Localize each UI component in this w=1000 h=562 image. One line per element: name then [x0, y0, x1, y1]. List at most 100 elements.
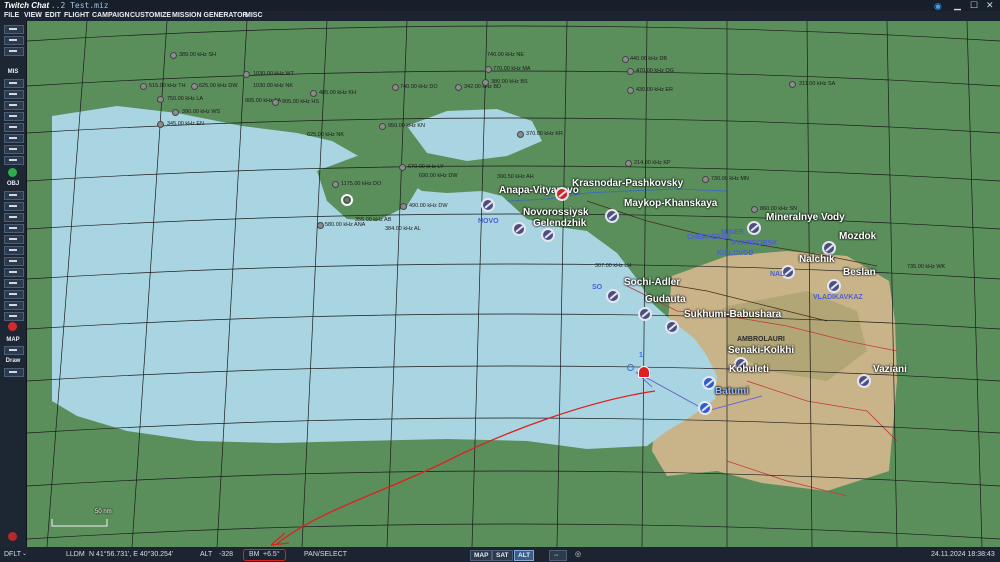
airbase-icon[interactable]: [481, 198, 495, 212]
tool-static-button[interactable]: [4, 123, 24, 132]
obj-vehicle-button[interactable]: [4, 224, 24, 233]
menu-mission-generator[interactable]: MISSION GENERATOR: [172, 11, 248, 21]
map-options-button[interactable]: [4, 346, 24, 355]
print-button[interactable]: [4, 47, 24, 56]
satellite-mode-button[interactable]: SAT: [492, 550, 513, 561]
airbase-icon[interactable]: [638, 307, 652, 321]
obj-zone-button[interactable]: [4, 268, 24, 277]
navaid-icon[interactable]: [399, 164, 406, 171]
navaid-icon[interactable]: [392, 84, 399, 91]
bullseye-icon[interactable]: [341, 194, 353, 206]
menu-flight[interactable]: FLIGHT: [64, 11, 89, 21]
menu-customize[interactable]: CUSTOMIZE: [130, 11, 171, 21]
obj-triangle-button[interactable]: [4, 312, 24, 321]
navaid-icon[interactable]: [789, 81, 796, 88]
obj-ruler-button[interactable]: [4, 290, 24, 299]
tool-briefing-button[interactable]: [4, 156, 24, 165]
open-mission-button[interactable]: [4, 25, 24, 34]
navaid-icon[interactable]: [379, 123, 386, 130]
edit-mode: PAN/SELECT: [304, 551, 348, 558]
friendly-airbase-icon[interactable]: [698, 401, 712, 415]
menu-edit[interactable]: EDIT: [45, 11, 61, 21]
draw-button[interactable]: Draw: [0, 358, 26, 364]
navaid-icon[interactable]: [140, 83, 147, 90]
obj-nav-button[interactable]: [4, 279, 24, 288]
navaid-icon[interactable]: [627, 68, 634, 75]
start-icon[interactable]: [8, 168, 17, 177]
close-button[interactable]: ✕: [986, 0, 994, 11]
navaid-icon[interactable]: [157, 96, 164, 103]
navaid-icon[interactable]: [751, 206, 758, 213]
navaid-icon[interactable]: [485, 66, 492, 73]
map-view[interactable]: 389.00 kHz SH 1030.00 kHz WT 515.00 kHz …: [27, 21, 1000, 547]
aircraft-group-icon[interactable]: [638, 366, 650, 378]
menu-campaign[interactable]: CAMPAIGN: [92, 11, 130, 21]
airbase-icon[interactable]: [747, 221, 761, 235]
airbase-icon[interactable]: [605, 209, 619, 223]
menu-file[interactable]: FILE: [4, 11, 19, 21]
title-bar: Twitch Chat ...2 Test.miz ◉ ▁ ☐ ✕: [0, 0, 1000, 11]
tool-helicopter-button[interactable]: [4, 90, 24, 99]
navaid-icon[interactable]: [157, 121, 164, 128]
navaid-icon[interactable]: [625, 160, 632, 167]
navaid-icon[interactable]: [622, 56, 629, 63]
navaid-icon[interactable]: [317, 222, 324, 229]
obj-plane-button[interactable]: [4, 191, 24, 200]
navaid-icon[interactable]: [172, 109, 179, 116]
obj-weather-button[interactable]: [4, 301, 24, 310]
tool-ship-button[interactable]: [4, 101, 24, 110]
coord-mode[interactable]: LLDM: [66, 547, 85, 562]
chevron-down-icon[interactable]: ⌄: [22, 547, 27, 562]
airbase-icon[interactable]: [512, 222, 526, 236]
menu-view[interactable]: VIEW: [24, 11, 42, 21]
waypoint-icon[interactable]: [627, 364, 634, 371]
airbase-icon[interactable]: [606, 289, 620, 303]
map-ruler-button[interactable]: [4, 368, 24, 377]
airbase-icon[interactable]: [857, 374, 871, 388]
profile-dropdown[interactable]: DFLT: [4, 547, 21, 562]
obj-template-button[interactable]: [4, 257, 24, 266]
obj-static-button[interactable]: [4, 235, 24, 244]
tool-vehicle-button[interactable]: [4, 112, 24, 121]
maximize-button[interactable]: ☐: [970, 0, 978, 11]
city-label: PYATIGORSK: [732, 240, 778, 247]
enemy-airbase-icon[interactable]: [555, 187, 569, 201]
obj-farp-button[interactable]: [4, 246, 24, 255]
navaid-frequency: 730.00 kHz MN: [711, 176, 749, 182]
tool-goals-button[interactable]: [4, 145, 24, 154]
navaid-icon[interactable]: [627, 87, 634, 94]
tool-trigger-button[interactable]: [4, 134, 24, 143]
airbase-icon[interactable]: [541, 228, 555, 242]
map-scale-label: 50 nm: [95, 509, 112, 515]
navaid-frequency: 750.00 kHz LA: [167, 96, 204, 102]
menu-misc[interactable]: MISC: [245, 11, 263, 21]
airbase-label: Maykop-Khanskaya: [624, 198, 718, 209]
navaid-icon[interactable]: [243, 71, 250, 78]
navaid-icon[interactable]: [702, 176, 709, 183]
map-mode-button[interactable]: MAP: [470, 550, 493, 561]
navaid-icon[interactable]: [517, 131, 524, 138]
layers-icon[interactable]: ⇔: [549, 550, 567, 561]
tool-plane-button[interactable]: [4, 79, 24, 88]
navaid-icon[interactable]: [482, 79, 489, 86]
obj-ship-button[interactable]: [4, 213, 24, 222]
settings-icon[interactable]: [8, 532, 17, 541]
airbase-icon[interactable]: [665, 320, 679, 334]
camera-icon[interactable]: ◎: [575, 547, 581, 562]
airbase-icon[interactable]: [822, 241, 836, 255]
navaid-icon[interactable]: [400, 203, 407, 210]
navaid-icon[interactable]: [191, 83, 198, 90]
navaid-icon[interactable]: [272, 99, 279, 106]
navaid-frequency: 740.00 kHz NE: [487, 52, 524, 58]
friendly-airbase-icon[interactable]: [702, 376, 716, 390]
minimize-button[interactable]: ▁: [954, 0, 961, 11]
navaid-icon[interactable]: [170, 52, 177, 59]
navaid-icon[interactable]: [455, 84, 462, 91]
airbase-icon[interactable]: [827, 279, 841, 293]
navaid-icon[interactable]: [310, 90, 317, 97]
obj-helicopter-button[interactable]: [4, 202, 24, 211]
save-mission-button[interactable]: [4, 36, 24, 45]
navaid-icon[interactable]: [332, 181, 339, 188]
delete-icon[interactable]: [8, 322, 17, 331]
altitude-mode-button[interactable]: ALT: [514, 550, 535, 561]
